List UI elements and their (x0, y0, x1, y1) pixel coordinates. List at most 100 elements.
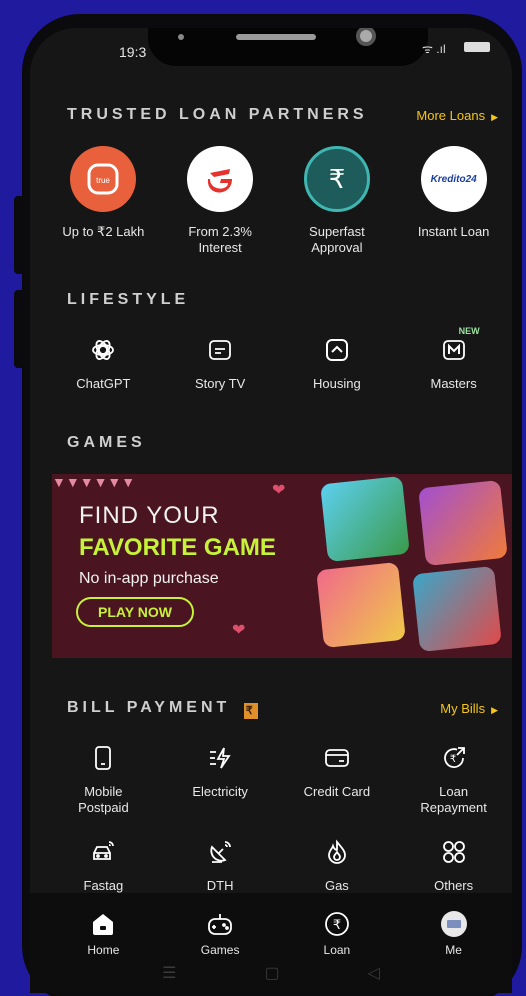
lifestyle-item-story-tv[interactable]: Story TV (162, 334, 279, 392)
fibe-logo (187, 146, 254, 212)
svg-text:₹: ₹ (333, 918, 341, 933)
bill-item-label: Credit Card (303, 784, 371, 799)
game-thumbnail (412, 565, 502, 653)
bill-item-dth[interactable]: DTH (162, 836, 279, 894)
dish-icon (204, 836, 236, 868)
back-icon[interactable]: ◁ (368, 963, 380, 983)
bill-item-mobile-postpaid[interactable]: Mobile Postpaid (45, 742, 162, 816)
status-bar: 19:3 ᯤ .ıl (30, 28, 512, 88)
notch (148, 28, 428, 66)
nav-me[interactable]: Me (395, 909, 512, 957)
loan-item-truebalance[interactable]: true Up to ₹2 Lakh (45, 146, 162, 256)
app-screen: 19:3 ᯤ .ıl TRUSTED LOAN PARTNERS More Lo… (30, 28, 512, 993)
loan-item-label: Superfast Approval (309, 224, 365, 255)
gamepad-icon (205, 909, 235, 939)
signal-icon: ᯤ .ıl (422, 42, 446, 56)
lifestyle-item-label: Housing (313, 376, 361, 391)
play-now-button[interactable]: PLAY NOW (76, 597, 194, 627)
bill-item-label: Gas (324, 878, 349, 893)
lifestyle-item-chatgpt[interactable]: ChatGPT (45, 334, 162, 392)
nav-label: Loan (323, 943, 351, 957)
loan-repayment-icon: ₹ (438, 742, 470, 774)
nav-home[interactable]: Home (45, 909, 162, 957)
bill-item-label: Fastag (83, 878, 124, 893)
electricity-icon (204, 742, 236, 774)
more-loans-link[interactable]: More Loans ▶ (416, 108, 498, 123)
heart-icon: ❤ (232, 622, 246, 639)
nav-label: Me (445, 943, 462, 957)
heart-icon: ❤ (272, 482, 286, 499)
story-tv-icon (204, 334, 236, 366)
section-title-bills: BILL PAYMENT ₹ (67, 699, 259, 719)
volume-down-button (14, 290, 26, 368)
arrow-right-icon: ▶ (491, 112, 498, 122)
home-icon (88, 909, 118, 939)
loan-item-fibe[interactable]: From 2.3% Interest (162, 146, 279, 256)
status-time: 19:3 (119, 44, 147, 60)
loan-item-kredito24[interactable]: Kredito24 Instant Loan (395, 146, 512, 256)
bill-badge-icon: ₹ (244, 703, 259, 719)
bottom-nav: Home Games ₹ Loan Me ☰ ▢ ◁ (30, 893, 512, 993)
section-title-games: GAMES (67, 434, 146, 451)
bill-item-label: Electricity (192, 784, 248, 799)
car-icon (87, 836, 119, 868)
banner-highlight: FAVORITE GAME (79, 534, 276, 561)
recent-apps-icon[interactable]: ☰ (162, 963, 176, 983)
system-nav-bar: ☰ ▢ ◁ (30, 963, 512, 983)
kredito24-logo: Kredito24 (420, 146, 487, 212)
nav-games[interactable]: Games (162, 909, 279, 957)
mobile-icon (87, 742, 119, 774)
lifestyle-item-housing[interactable]: Housing (279, 334, 396, 392)
section-title-lifestyle: LIFESTYLE (67, 291, 190, 308)
credit-card-icon (321, 742, 353, 774)
game-thumbnail (316, 561, 406, 649)
grid-icon (438, 836, 470, 868)
my-bills-link[interactable]: My Bills ▶ (440, 701, 498, 716)
loan-item-label: From 2.3% Interest (188, 224, 252, 255)
lifestyle-item-label: Story TV (194, 376, 246, 391)
bill-row-2: Fastag DTH Gas Others (30, 836, 512, 894)
volume-up-button (14, 196, 26, 274)
chatgpt-icon (87, 334, 119, 366)
banner-headline: FIND YOUR (79, 502, 220, 529)
truebalance-logo: true (70, 146, 137, 212)
battery-icon (464, 42, 490, 52)
bill-item-gas[interactable]: Gas (279, 836, 396, 894)
loan-item-label: Up to ₹2 Lakh (62, 224, 145, 239)
svg-text:₹: ₹ (329, 165, 346, 195)
loan-item-rupee[interactable]: ₹ Superfast Approval (279, 146, 396, 256)
bill-item-label: Mobile Postpaid (78, 784, 129, 815)
bill-item-electricity[interactable]: Electricity (162, 742, 279, 816)
camera-icon (356, 28, 376, 46)
game-thumbnail (418, 479, 508, 567)
rupee-logo: ₹ (303, 146, 370, 212)
lifestyle-item-masters[interactable]: NEW Masters (395, 326, 512, 392)
nav-loan[interactable]: ₹ Loan (279, 909, 396, 957)
avatar-icon (439, 909, 469, 939)
bill-item-label: DTH (206, 878, 234, 893)
new-badge: NEW (458, 326, 480, 336)
masters-icon: NEW (438, 326, 480, 366)
bill-item-others[interactable]: Others (395, 836, 512, 894)
loan-item-label: Instant Loan (417, 224, 490, 239)
lifestyle-row: ChatGPT Story TV Housing NEW Masters (30, 326, 512, 392)
nav-label: Home (87, 943, 120, 957)
home-button-icon[interactable]: ▢ (264, 963, 279, 983)
bill-row-1: Mobile Postpaid Electricity Credit Card … (30, 742, 512, 816)
section-title-loans: TRUSTED LOAN PARTNERS (67, 106, 368, 123)
bill-item-fastag[interactable]: Fastag (45, 836, 162, 894)
rupee-circle-icon: ₹ (322, 909, 352, 939)
flame-icon (321, 836, 353, 868)
arrow-right-icon: ▶ (491, 705, 498, 715)
nav-label: Games (200, 943, 240, 957)
svg-text:₹: ₹ (449, 754, 455, 765)
banner-subtext: No in-app purchase (79, 570, 219, 587)
loan-partners-row: true Up to ₹2 Lakh From 2.3% Interest ₹ … (30, 146, 512, 256)
bill-item-credit-card[interactable]: Credit Card (279, 742, 396, 816)
game-thumbnail (320, 475, 410, 563)
bill-item-loan-repayment[interactable]: ₹ Loan Repayment (395, 742, 512, 816)
games-banner[interactable]: ▼▼▼▼▼▼ ❤ ❤ FIND YOUR FAVORITE GAME No in… (52, 474, 512, 658)
lifestyle-item-label: ChatGPT (76, 376, 131, 391)
svg-text:true: true (96, 176, 110, 185)
bunting-decoration: ▼▼▼▼▼▼ (52, 474, 136, 490)
